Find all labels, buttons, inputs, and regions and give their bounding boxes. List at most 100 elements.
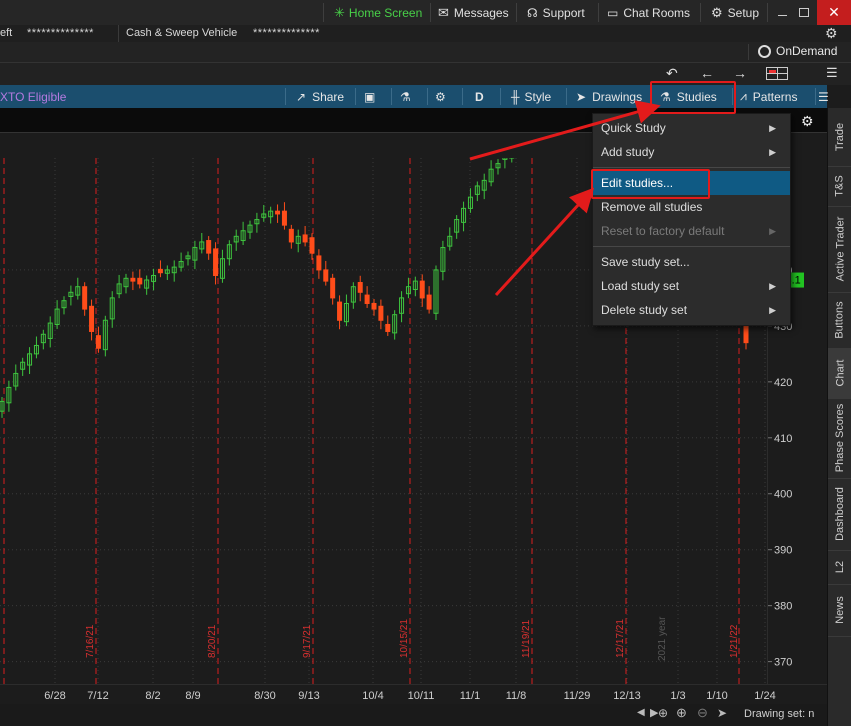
candle-body [323, 269, 329, 282]
ondemand-button[interactable]: OnDemand [758, 44, 837, 58]
drawings-button[interactable]: ➤ Drawings [576, 85, 642, 108]
price-tick-label: 410 [774, 433, 792, 445]
toolbar-menu-button[interactable]: ☰ [818, 85, 829, 108]
share-button[interactable]: ↗ Share [296, 85, 344, 108]
chat-rooms-link[interactable]: ▭ Chat Rooms [607, 0, 690, 25]
tab-chart[interactable]: Chart [828, 348, 851, 399]
drawing-set-label[interactable]: Drawing set: n [744, 708, 814, 720]
pointer-icon[interactable]: ➤ [717, 706, 727, 720]
price-tick-label: 400 [774, 489, 792, 501]
date-tick-label: 8/30 [254, 690, 275, 702]
price-tick-label: 370 [774, 657, 792, 669]
candle-body [316, 255, 322, 271]
home-screen-link[interactable]: ✳ Home Screen [334, 0, 422, 25]
expiration-date-label: 8/20/21 [207, 624, 218, 658]
style-button[interactable]: ╫ Style [511, 85, 551, 108]
snapshot-icon: ▣ [364, 89, 376, 104]
date-tick-label: 1/10 [706, 690, 727, 702]
close-icon: ✕ [828, 4, 840, 20]
patterns-icon: ⩘ [740, 89, 747, 103]
menu-item-reset-factory-default[interactable]: Reset to factory default ▶ [593, 219, 790, 243]
chart-settings-gear-icon[interactable]: ⚙ [801, 113, 814, 130]
menu-item-load-study-set[interactable]: Load study set ▶ [593, 274, 790, 298]
tab-dashboard[interactable]: Dashboard [828, 478, 851, 551]
candle-body [82, 286, 88, 310]
submenu-arrow-icon: ▶ [769, 281, 776, 291]
support-link[interactable]: ☊ Support [527, 0, 585, 25]
tab-active-trader[interactable]: Active Trader [828, 206, 851, 293]
tab-news[interactable]: News [828, 584, 851, 637]
undo-icon[interactable]: ↶ [666, 65, 678, 82]
studies-highlight-box [650, 81, 736, 114]
close-window-button[interactable]: ✕ [817, 0, 851, 25]
settings-button[interactable]: ⚙ [435, 85, 446, 108]
setup-link[interactable]: ⚙ Setup [711, 0, 759, 25]
scroll-left-icon[interactable]: ◀ [637, 707, 645, 718]
date-tick-label: 11/1 [460, 690, 481, 702]
date-tick-label: 11/29 [564, 690, 591, 702]
flask-button[interactable]: ⚗ [400, 85, 411, 108]
grid-layout-icon[interactable] [766, 67, 788, 80]
chart-status-bar: ◀ ▶ ⊕ ⊕ ⊖ ➤ Drawing set: n [0, 704, 827, 726]
submenu-arrow-icon: ▶ [769, 147, 776, 157]
snapshot-button[interactable]: ▣ [364, 85, 375, 108]
candle-body [357, 282, 363, 293]
expiration-date-label: 11/19/21 [521, 619, 532, 658]
cursor-icon: ➤ [576, 89, 587, 104]
date-tick-label: 9/13 [298, 690, 319, 702]
menu-item-quick-study[interactable]: Quick Study ▶ [593, 116, 790, 140]
tab-phase-scores[interactable]: Phase Scores [828, 398, 851, 479]
home-icon: ✳ [334, 4, 345, 20]
candle-body [89, 305, 95, 332]
candle-body [206, 240, 212, 254]
date-tick-label: 1/24 [754, 690, 775, 702]
tab-buttons[interactable]: Buttons [828, 292, 851, 349]
ondemand-bar: OnDemand [0, 42, 851, 62]
zoom-in-icon[interactable]: ⊕ [676, 705, 687, 721]
crosshair-icon[interactable]: ⊕ [658, 706, 668, 720]
date-tick-label: 1/3 [670, 690, 685, 702]
date-tick-label: 12/13 [613, 690, 641, 702]
right-sidebar: Trade T&S Active Trader Buttons Chart Ph… [827, 108, 851, 726]
back-arrow-icon[interactable]: ← [700, 65, 714, 81]
maximize-button[interactable] [796, 0, 812, 25]
gear-icon[interactable]: ⚙ [825, 25, 838, 42]
aggregation-button[interactable]: D [475, 85, 484, 108]
candle-body [378, 305, 384, 321]
candle-body [275, 210, 281, 215]
patterns-button[interactable]: ⩘ Patterns [740, 85, 797, 108]
price-tick-label: 420 [774, 377, 792, 389]
submenu-arrow-icon: ▶ [769, 305, 776, 315]
price-tick-label: 390 [774, 545, 792, 557]
candle-body [364, 294, 370, 304]
forward-arrow-icon[interactable]: → [733, 65, 747, 81]
menu-icon[interactable]: ☰ [826, 65, 838, 81]
submenu-arrow-icon: ▶ [769, 226, 776, 236]
account-value: ************** [27, 27, 94, 39]
messages-link[interactable]: ✉ Messages [438, 0, 509, 25]
candle-body [330, 277, 336, 299]
minimize-button[interactable] [775, 0, 789, 25]
cash-sweep-label: Cash & Sweep Vehicle [126, 27, 238, 39]
menu-item-delete-study-set[interactable]: Delete study set ▶ [593, 298, 790, 322]
gear-icon: ⚙ [435, 89, 446, 104]
candle-body [371, 302, 377, 310]
expiration-date-label: 9/17/21 [302, 624, 313, 658]
studies-dropdown-menu: Quick Study ▶ Add study ▶ Edit studies... … [592, 113, 791, 326]
menu-item-save-study-set[interactable]: Save study set... [593, 250, 790, 274]
zoom-out-icon[interactable]: ⊖ [697, 705, 708, 721]
xto-eligible-label: XTO Eligible [0, 89, 67, 104]
tab-trade[interactable]: Trade [828, 108, 851, 167]
candles-icon: ╫ [511, 89, 520, 104]
candle-body [95, 335, 101, 349]
flask-icon: ⚗ [400, 89, 411, 104]
tab-level2[interactable]: L2 [828, 550, 851, 585]
expiration-date-label: 7/16/21 [85, 624, 96, 658]
tab-time-and-sales[interactable]: T&S [828, 166, 851, 207]
headset-icon: ☊ [527, 5, 538, 20]
share-icon: ↗ [296, 89, 307, 104]
menu-item-add-study[interactable]: Add study ▶ [593, 140, 790, 164]
top-nav-bar: ✳ Home Screen ✉ Messages ☊ Support ▭ Cha… [0, 0, 851, 26]
expiration-date-label: 1/21/22 [729, 624, 740, 658]
candle-body [337, 301, 343, 321]
